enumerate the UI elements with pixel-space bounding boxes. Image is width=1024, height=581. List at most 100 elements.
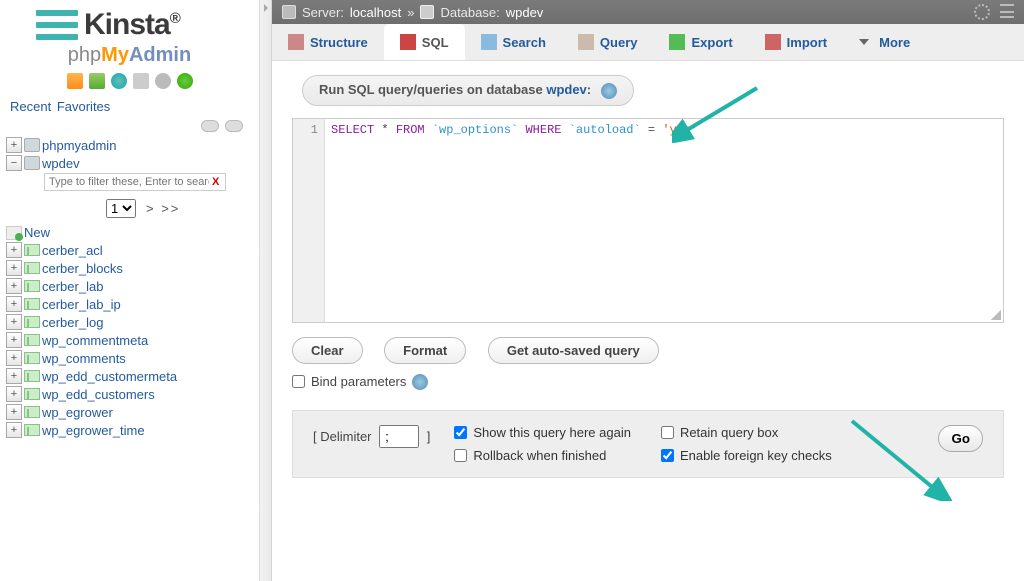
- expand-icon[interactable]: +: [6, 278, 22, 294]
- expand-icon[interactable]: +: [6, 386, 22, 402]
- tree-filter-input[interactable]: [44, 173, 226, 191]
- tree-table[interactable]: cerber_lab: [42, 279, 103, 294]
- collapse-icon[interactable]: [201, 120, 219, 132]
- autosaved-button[interactable]: Get auto-saved query: [488, 337, 659, 364]
- help-icon[interactable]: [601, 83, 617, 99]
- query-icon: [578, 34, 594, 50]
- help-icon[interactable]: [111, 73, 127, 89]
- home-icon[interactable]: [67, 73, 83, 89]
- expand-icon[interactable]: +: [6, 137, 22, 153]
- sql-textarea[interactable]: SELECT * FROM `wp_options` WHERE `autolo…: [325, 119, 1003, 322]
- expand-icon[interactable]: +: [6, 296, 22, 312]
- tree-table[interactable]: wp_edd_customermeta: [42, 369, 177, 384]
- show-again-checkbox[interactable]: Show this query here again: [454, 425, 631, 440]
- recent-link[interactable]: Recent: [10, 99, 51, 114]
- table-icon: [24, 244, 40, 256]
- new-table-icon: [6, 226, 22, 240]
- main-panel: Server: localhost » Database: wpdev Stru…: [272, 0, 1024, 581]
- expand-icon[interactable]: +: [6, 422, 22, 438]
- tree-page-next[interactable]: > >>: [146, 201, 180, 216]
- collapse-icon[interactable]: −: [6, 155, 22, 171]
- table-icon: [24, 388, 40, 400]
- tree-table[interactable]: cerber_lab_ip: [42, 297, 121, 312]
- retain-checkbox[interactable]: Retain query box: [661, 425, 838, 440]
- tab-query[interactable]: Query: [562, 24, 654, 60]
- gear-icon[interactable]: [974, 4, 990, 20]
- tree-page-select[interactable]: 1: [106, 199, 136, 218]
- expand-icon[interactable]: +: [6, 242, 22, 258]
- tree-table[interactable]: wp_egrower_time: [42, 423, 145, 438]
- bind-parameters-label: Bind parameters: [311, 374, 406, 389]
- expand-icon[interactable]: +: [6, 404, 22, 420]
- database-icon: [420, 5, 434, 19]
- table-icon: [24, 406, 40, 418]
- tab-more[interactable]: More: [843, 24, 926, 60]
- database-icon: [24, 138, 40, 152]
- structure-icon: [288, 34, 304, 50]
- chevron-down-icon: [859, 39, 869, 45]
- search-icon: [481, 34, 497, 50]
- table-icon: [24, 370, 40, 382]
- breadcrumb: Server: localhost » Database: wpdev: [272, 0, 1024, 24]
- panel-db-link[interactable]: wpdev: [546, 82, 586, 97]
- tree-table[interactable]: cerber_blocks: [42, 261, 123, 276]
- table-icon: [24, 334, 40, 346]
- breadcrumb-db-link[interactable]: wpdev: [506, 5, 544, 20]
- tree-table[interactable]: wp_comments: [42, 351, 126, 366]
- tree-new[interactable]: New: [24, 225, 50, 240]
- tab-sql[interactable]: SQL: [384, 24, 465, 60]
- link-icon[interactable]: [225, 120, 243, 132]
- delimiter-input[interactable]: [379, 425, 419, 448]
- sql-icon: [400, 34, 416, 50]
- expand-icon[interactable]: +: [6, 368, 22, 384]
- format-button[interactable]: Format: [384, 337, 466, 364]
- tree-table[interactable]: cerber_log: [42, 315, 103, 330]
- expand-icon[interactable]: +: [6, 332, 22, 348]
- sql-editor[interactable]: 1 SELECT * FROM `wp_options` WHERE `auto…: [292, 118, 1004, 323]
- kinsta-logo: Kinsta®: [6, 8, 253, 42]
- tree-db-wpdev[interactable]: wpdev: [42, 156, 80, 171]
- tab-structure[interactable]: Structure: [272, 24, 384, 60]
- expand-icon[interactable]: +: [6, 350, 22, 366]
- table-icon: [24, 298, 40, 310]
- go-button[interactable]: Go: [938, 425, 983, 452]
- bind-parameters-checkbox[interactable]: [292, 375, 305, 388]
- breadcrumb-server-link[interactable]: localhost: [350, 5, 401, 20]
- import-icon: [765, 34, 781, 50]
- expand-icon[interactable]: +: [6, 260, 22, 276]
- table-icon: [24, 316, 40, 328]
- tree-table[interactable]: wp_egrower: [42, 405, 113, 420]
- query-options: [ Delimiter ] Show this query here again…: [292, 410, 1004, 478]
- rollback-checkbox[interactable]: Rollback when finished: [454, 448, 631, 463]
- table-icon: [24, 424, 40, 436]
- docs-icon[interactable]: [133, 73, 149, 89]
- tab-import[interactable]: Import: [749, 24, 843, 60]
- panel-heading: Run SQL query/queries on database wpdev:: [302, 75, 634, 106]
- settings-icon[interactable]: [155, 73, 171, 89]
- tab-export[interactable]: Export: [653, 24, 748, 60]
- fk-checkbox[interactable]: Enable foreign key checks: [661, 448, 838, 463]
- breadcrumb-db-label: Database:: [440, 5, 499, 20]
- breadcrumb-server-label: Server:: [302, 5, 344, 20]
- chevron-left-icon: [264, 4, 272, 12]
- panel-resize-gutter[interactable]: [260, 0, 272, 581]
- expand-icon[interactable]: +: [6, 314, 22, 330]
- tree-table[interactable]: cerber_acl: [42, 243, 103, 258]
- export-icon: [669, 34, 685, 50]
- phpmyadmin-label: phpMyAdmin: [6, 44, 253, 67]
- refresh-icon[interactable]: [177, 73, 193, 89]
- clear-button[interactable]: Clear: [292, 337, 363, 364]
- tree-db-phpmyadmin[interactable]: phpmyadmin: [42, 138, 116, 153]
- expand-icon[interactable]: [1000, 4, 1014, 18]
- favorites-link[interactable]: Favorites: [57, 99, 110, 114]
- delimiter-label: [ Delimiter ]: [313, 429, 430, 444]
- logout-icon[interactable]: [89, 73, 105, 89]
- tree-table[interactable]: wp_edd_customers: [42, 387, 155, 402]
- tab-search[interactable]: Search: [465, 24, 562, 60]
- sidebar: Kinsta® phpMyAdmin Recent Favorites + ph…: [0, 0, 260, 581]
- clear-filter-icon[interactable]: X: [212, 176, 219, 188]
- resize-handle[interactable]: [991, 310, 1001, 320]
- tree-table[interactable]: wp_commentmeta: [42, 333, 148, 348]
- help-icon[interactable]: [412, 374, 428, 390]
- database-icon: [24, 156, 40, 170]
